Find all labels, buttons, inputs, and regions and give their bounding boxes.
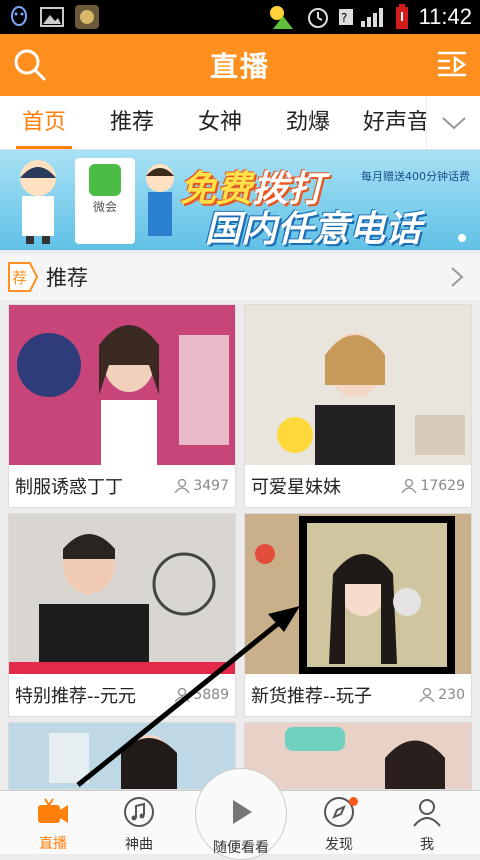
gallery-icon	[40, 7, 64, 27]
card-info: 新货推荐--玩子 230	[245, 674, 471, 716]
alarm-icon	[307, 8, 328, 28]
nav-live[interactable]: 直播	[8, 791, 98, 855]
stream-card[interactable]: 制服诱惑丁丁 3497	[8, 304, 236, 508]
stream-thumbnail	[245, 514, 471, 674]
card-title: 特别推荐--元元	[15, 686, 136, 707]
stream-thumbnail-art	[245, 514, 471, 674]
tab-goddess[interactable]: 女神	[176, 96, 264, 149]
viewer-count: 5889	[174, 687, 229, 703]
nav-random-watch-label: 随便看看	[213, 840, 269, 856]
user-icon	[174, 479, 190, 493]
recommend-icon: 荐	[8, 262, 38, 292]
play-icon	[233, 800, 252, 824]
stream-thumbnail-art	[9, 514, 235, 674]
banner-app-name: 微会	[92, 200, 117, 214]
viewer-count-value: 17629	[420, 478, 465, 494]
banner-note: 每月赠送400分钟话费	[361, 170, 470, 183]
viewer-count-value: 5889	[193, 687, 229, 703]
card-info: 特别推荐--元元 5889	[9, 674, 235, 716]
stream-thumbnail-art	[245, 305, 471, 465]
section-title: 推荐	[46, 266, 88, 290]
nav-music-label: 神曲	[125, 837, 153, 853]
svg-text:?: ?	[341, 11, 347, 25]
stream-thumbnail	[9, 514, 235, 674]
weather-icon	[269, 6, 293, 29]
chevron-down-icon	[441, 117, 466, 130]
tabs-more-button[interactable]	[426, 96, 480, 149]
viewer-count: 230	[419, 687, 465, 703]
nav-discover[interactable]: 发现	[294, 791, 384, 855]
page-title: 直播	[209, 50, 270, 83]
battery-icon	[395, 4, 408, 29]
notification-dot	[349, 797, 358, 806]
chevron-right-icon	[451, 267, 464, 287]
status-time: 11:42	[418, 4, 472, 29]
nav-me-label: 我	[420, 837, 434, 853]
app-icon	[75, 5, 99, 29]
section-header[interactable]: 荐 推荐	[0, 254, 480, 300]
stream-thumbnail	[245, 305, 471, 465]
viewer-count-value: 230	[438, 687, 465, 703]
banner-character-right	[146, 164, 174, 236]
viewer-count: 17629	[401, 478, 465, 494]
user-icon	[174, 688, 190, 702]
card-title: 新货推荐--玩子	[251, 686, 372, 707]
category-tabs: 首页 推荐 女神 劲爆 好声音	[0, 96, 480, 150]
music-icon	[124, 797, 154, 827]
qq-icon	[11, 6, 27, 26]
banner-headline-line2: 国内任意电话	[205, 209, 422, 250]
stream-card[interactable]: 可爱星妹妹 17629	[244, 304, 472, 508]
svg-text:荐: 荐	[12, 269, 27, 287]
user-icon	[419, 688, 435, 702]
app-bar: 直播	[0, 34, 480, 96]
stream-card[interactable]: 特别推荐--元元 5889	[8, 513, 236, 717]
banner-character-left	[20, 160, 56, 244]
viewer-count-value: 3497	[193, 478, 229, 494]
nav-me[interactable]: 我	[382, 791, 472, 855]
user-icon	[413, 799, 441, 827]
stream-card[interactable]: 新货推荐--玩子 230	[244, 513, 472, 717]
nav-music[interactable]: 神曲	[94, 791, 184, 855]
viewer-count: 3497	[174, 478, 229, 494]
banner-app-card: 微会	[75, 158, 135, 244]
search-icon[interactable]	[12, 47, 48, 83]
live-icon	[38, 798, 68, 823]
promo-banner[interactable]: 微会 免费拨打 国内任意电话 每月赠送400分钟话费	[0, 150, 480, 250]
card-info: 制服诱惑丁丁 3497	[9, 465, 235, 507]
wechat-logo	[89, 164, 121, 196]
tab-recommend[interactable]: 推荐	[88, 96, 176, 149]
card-title: 可爱星妹妹	[251, 477, 341, 498]
signal-icon: ?	[338, 8, 383, 27]
nav-live-label: 直播	[39, 836, 67, 852]
stream-thumbnail	[9, 305, 235, 465]
status-bar: ? 11:42	[0, 0, 480, 34]
tab-hot[interactable]: 劲爆	[264, 96, 352, 149]
tab-home[interactable]: 首页	[0, 96, 88, 149]
card-info: 可爱星妹妹 17629	[245, 465, 471, 507]
menu-play-icon[interactable]	[436, 49, 468, 79]
nav-discover-label: 发现	[325, 837, 353, 853]
nav-random-watch[interactable]: 随便看看	[195, 768, 287, 860]
card-title: 制服诱惑丁丁	[15, 477, 123, 498]
banner-page-dot	[458, 234, 466, 242]
stream-thumbnail-art	[9, 305, 235, 465]
user-icon	[401, 479, 418, 493]
